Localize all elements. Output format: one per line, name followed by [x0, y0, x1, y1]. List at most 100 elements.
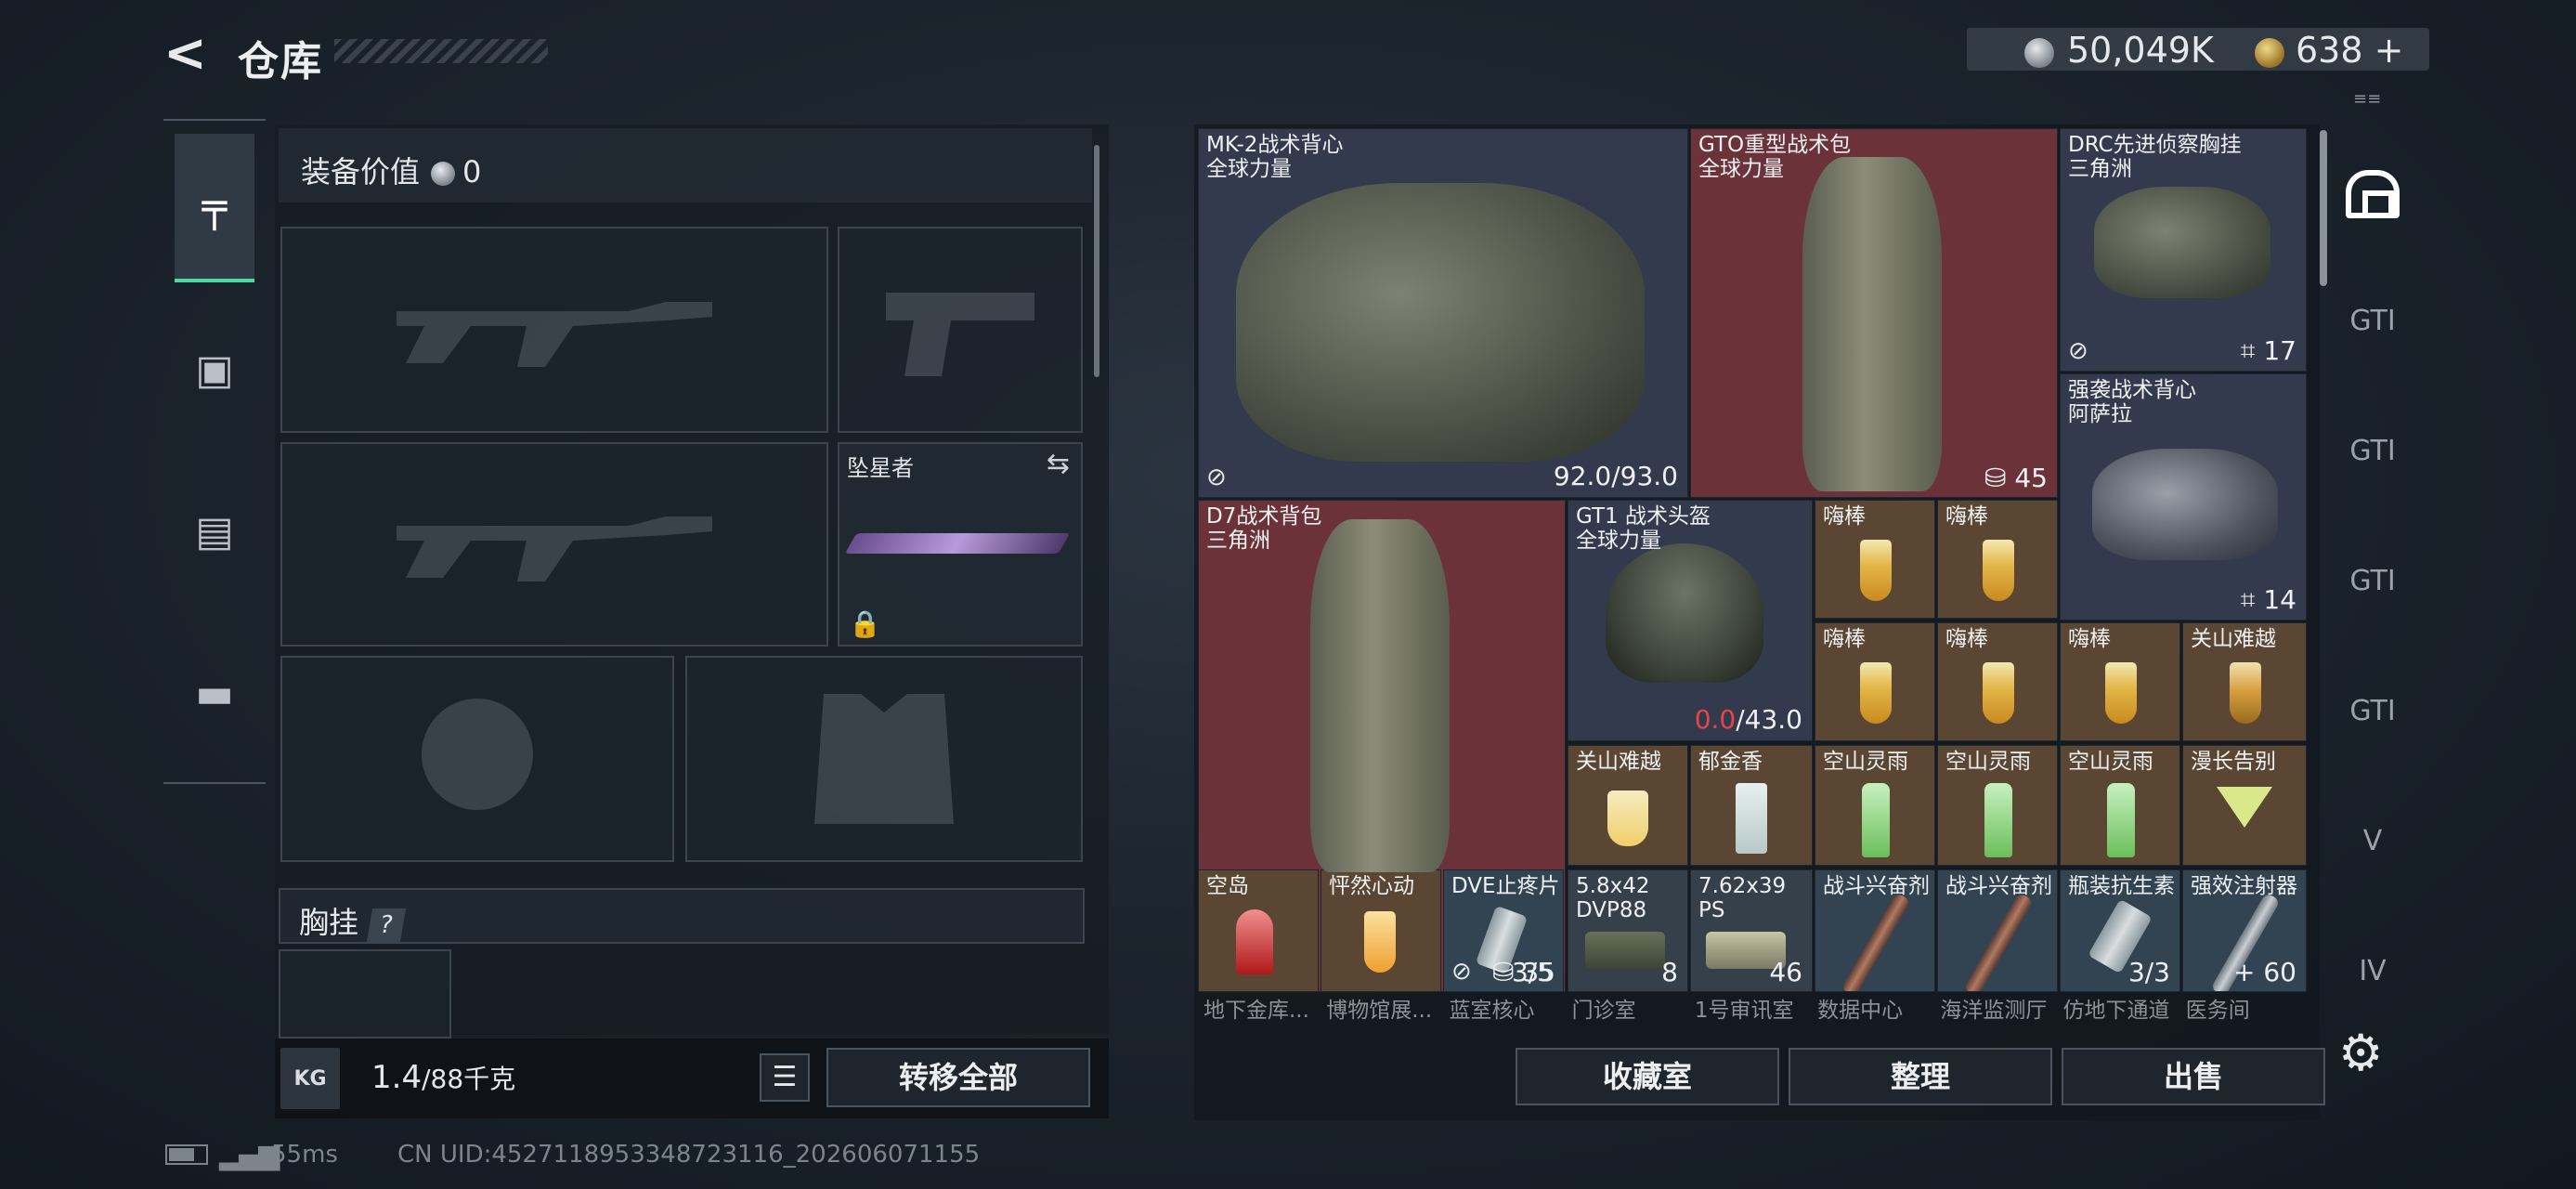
helmet-slot[interactable]: [280, 656, 674, 862]
vest-image: [1236, 183, 1645, 462]
currency-gold[interactable]: 638 +: [2255, 30, 2403, 71]
melee-slot-label: 坠星者: [847, 455, 914, 481]
item-name: 郁金香: [1698, 750, 1763, 774]
item-drink[interactable]: 嗨棒: [1815, 500, 1935, 619]
secondary-weapon-slot[interactable]: [280, 442, 828, 647]
drink-image: [1983, 662, 2014, 724]
item-stimulant[interactable]: 战斗兴奋剂: [1937, 869, 2058, 992]
item-ammo-762[interactable]: 7.62x39 PS 46: [1690, 869, 1813, 992]
primary-weapon-slot[interactable]: [280, 227, 828, 433]
sort-button[interactable]: 整理: [1789, 1048, 2052, 1105]
item-count: 3/5: [1511, 957, 1554, 987]
item-drink[interactable]: 嗨棒: [1815, 622, 1935, 741]
sell-button[interactable]: 出售: [2062, 1048, 2325, 1105]
add-gold-icon[interactable]: +: [2374, 30, 2404, 71]
backpack-icon: ▤: [195, 507, 234, 555]
item-drink[interactable]: 嗨棒: [1937, 500, 2058, 619]
item-injector[interactable]: 强效注射器 + 60: [2182, 869, 2307, 992]
item-name: 数据中心: [1817, 999, 1904, 1023]
item-drink[interactable]: 空山灵雨: [2060, 745, 2180, 866]
help-icon[interactable]: ?: [366, 908, 407, 942]
item-name: GTO重型战术包 全球力量: [1698, 133, 1852, 181]
nav-weapons[interactable]: ╤: [175, 134, 254, 282]
item-capacity: ⌗ 17: [2240, 335, 2296, 366]
chest-rig-header: 胸挂?: [279, 888, 1085, 944]
item-name: 地下金库...: [1203, 999, 1309, 1023]
list-icon[interactable]: ☰: [760, 1053, 810, 1102]
item-name: 7.62x39 PS: [1698, 874, 1787, 922]
item-name: 嗨棒: [1823, 504, 1866, 529]
item-origin: 三角洲: [1206, 529, 1270, 553]
left-nav: ╤ ▣ ▤ ▬: [163, 119, 266, 784]
equipment-value-amount: 0: [462, 154, 482, 189]
item-name: DRC先进侦察胸挂 三角洲: [2068, 133, 2242, 181]
item-name: 仿地下通道: [2062, 999, 2170, 1023]
ping-readout: 55ms: [271, 1141, 338, 1169]
item-name: 嗨棒: [1823, 627, 1866, 651]
item-count: 3/3: [2127, 957, 2170, 987]
item-drink[interactable]: 空岛: [1198, 869, 1319, 992]
item-stimulant[interactable]: 战斗兴奋剂: [1815, 869, 1935, 992]
equipment-value: 装备价值 0: [279, 128, 1092, 203]
item-drink[interactable]: 嗨棒: [1937, 622, 2058, 741]
transfer-all-button[interactable]: 转移全部: [826, 1048, 1090, 1107]
item-drink[interactable]: 关山难越: [2182, 622, 2307, 741]
item-drink[interactable]: 漫长告别: [2182, 745, 2307, 866]
item-origin: 全球力量: [1206, 157, 1292, 181]
collection-button[interactable]: 收藏室: [1516, 1048, 1779, 1105]
tab-storage-6[interactable]: IV: [2329, 920, 2416, 1022]
gear-icon[interactable]: ⚙: [2338, 1024, 2383, 1082]
item-drc-chestrig[interactable]: DRC先进侦察胸挂 三角洲 ⊘ ⌗ 17: [2060, 128, 2307, 372]
tab-storage-4[interactable]: GTI: [2329, 660, 2416, 762]
nav-backpack[interactable]: ▤: [175, 457, 254, 606]
item-mk2-vest[interactable]: MK-2战术背心 全球力量 ⊘ 92.0/93.0: [1198, 128, 1688, 498]
item-origin: 三角洲: [2068, 157, 2132, 181]
melee-slot[interactable]: 坠星者 ⇆ 🔒: [838, 442, 1083, 647]
item-name: D7战术背包 三角洲: [1206, 504, 1322, 553]
tab-storage-3[interactable]: GTI: [2329, 529, 2416, 632]
tab-storage-5[interactable]: V: [2329, 790, 2416, 892]
item-capacity: ⌗ 14: [2240, 584, 2296, 615]
item-drink[interactable]: 嗨棒: [2060, 622, 2180, 741]
storage-tab-icon: GTI: [2349, 304, 2396, 337]
item-name: 嗨棒: [2068, 627, 2111, 651]
item-name: 嗨棒: [1945, 504, 1988, 529]
item-name: 空山灵雨: [1823, 750, 1908, 774]
item-name: 关山难越: [1576, 750, 1661, 774]
item-name: 门诊室: [1571, 999, 1636, 1023]
swap-icon[interactable]: ⇆: [1047, 448, 1070, 480]
currency-silver: 50,049K: [2024, 30, 2214, 71]
tab-all-storage[interactable]: [2329, 143, 2416, 245]
item-ammo-58[interactable]: 5.8x42 DVP88 8: [1568, 869, 1688, 992]
nav-armor[interactable]: ▣: [175, 295, 254, 444]
tab-storage-1[interactable]: GTI: [2329, 269, 2416, 372]
item-drink[interactable]: 关山难越: [1568, 745, 1688, 866]
item-assault-vest[interactable]: 强袭战术背心 阿萨拉 ⌗ 14: [2060, 373, 2307, 621]
item-gt1-helmet[interactable]: GT1 战术头盔 全球力量 0.0/43.0: [1568, 500, 1813, 741]
item-name: 战斗兴奋剂: [1823, 874, 1930, 898]
armor-slot[interactable]: [685, 656, 1083, 862]
rifle-silhouette-icon: [397, 302, 712, 367]
nav-toolbox[interactable]: ▬: [175, 619, 254, 767]
silver-coin-icon: [2024, 37, 2054, 68]
equipment-scrollbar[interactable]: [1094, 145, 1099, 377]
lock-icon: 🔒: [849, 608, 881, 639]
item-drink[interactable]: 怦然心动: [1321, 869, 1441, 992]
item-drink[interactable]: 空山灵雨: [1815, 745, 1935, 866]
storage-scrollbar[interactable]: [2320, 130, 2327, 286]
chest-rig-slot[interactable]: [279, 949, 451, 1039]
pistol-slot[interactable]: [838, 227, 1083, 433]
item-name: 5.8x42 DVP88: [1576, 874, 1650, 922]
item-origin: 阿萨拉: [2068, 402, 2132, 426]
storage-tab-icon: IV: [2359, 954, 2387, 987]
item-antibiotics[interactable]: 瓶装抗生素 3/3: [2060, 869, 2180, 992]
item-drink[interactable]: 空山灵雨: [1937, 745, 2058, 866]
tab-storage-2[interactable]: GTI: [2329, 399, 2416, 502]
page-title: 仓库: [238, 38, 323, 85]
item-gt0-pack[interactable]: GTO重型战术包 全球力量 ⛁ 45: [1690, 128, 2058, 498]
injector-image: [1963, 892, 2034, 991]
item-drink[interactable]: 郁金香: [1690, 745, 1813, 866]
item-durability: 92.0/93.0: [1553, 461, 1678, 491]
armor-icon: ▣: [195, 346, 234, 394]
back-icon[interactable]: <: [163, 28, 208, 80]
